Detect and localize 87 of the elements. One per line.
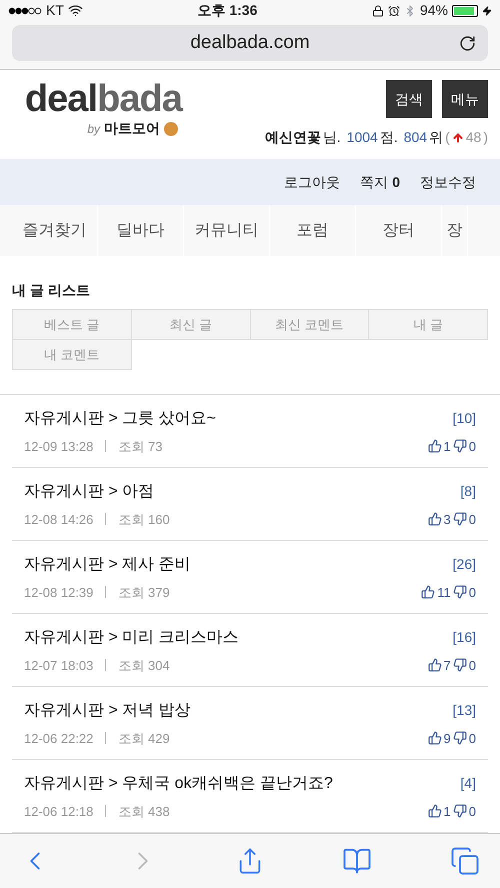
thumbs-down-icon xyxy=(452,439,467,454)
downvote-count: 0 xyxy=(468,802,476,821)
downvote-count: 0 xyxy=(468,438,476,456)
comment-count: [8] xyxy=(460,482,476,502)
points-unit: 점. xyxy=(380,128,398,148)
thumbs-down-icon xyxy=(452,585,467,600)
upvote-count: 7 xyxy=(444,656,451,675)
post-date: 12-09 13:28 xyxy=(24,438,94,456)
close-paren: ) xyxy=(483,128,488,148)
user-nav-link[interactable]: 로그아웃 xyxy=(284,172,340,193)
thumbs-up-icon xyxy=(428,804,442,818)
category-tab[interactable]: 딜바다 xyxy=(98,205,184,256)
downvote-count: 0 xyxy=(468,730,476,748)
post-title-link[interactable]: 자유게시판 > 미리 크리스마스 xyxy=(24,626,239,650)
battery-text: 94% xyxy=(420,1,448,20)
wifi-icon xyxy=(68,3,83,18)
thumbs-up-icon xyxy=(428,658,442,672)
rank-value: 804 xyxy=(404,128,428,148)
downvote-count: 0 xyxy=(468,584,476,602)
post-title-link[interactable]: 자유게시판 > 우체국 ok캐쉬백은 끝난거죠? xyxy=(24,772,333,796)
comment-count: [16] xyxy=(452,628,476,648)
post-date: 12-07 18:03 xyxy=(24,656,94,675)
address-bar[interactable]: dealbada.com xyxy=(12,25,488,62)
comment-count: [10] xyxy=(452,409,476,428)
upvote-count: 9 xyxy=(444,730,451,748)
view-count: 조회 73 xyxy=(118,438,162,456)
tabs-icon[interactable] xyxy=(450,846,480,876)
user-nav-link[interactable]: 쪽지 0 xyxy=(360,172,400,193)
category-tab[interactable]: 장터 xyxy=(356,205,442,256)
signal-icon xyxy=(8,6,42,15)
category-tab[interactable]: 포럼 xyxy=(270,205,356,256)
section-title: 내 글 리스트 xyxy=(12,281,91,300)
thumbs-down-icon xyxy=(452,804,467,818)
upvote-count: 1 xyxy=(444,438,451,456)
user-suffix: 님. xyxy=(322,128,341,148)
menu-button[interactable]: 메뉴 xyxy=(442,80,488,118)
clock-text: 오후 1:36 xyxy=(197,1,258,20)
user-name: 예신연꽃 xyxy=(264,128,321,148)
view-count: 조회 379 xyxy=(118,584,170,602)
reload-icon[interactable] xyxy=(459,34,476,52)
upvote-count: 3 xyxy=(444,510,451,529)
post-date: 12-06 12:18 xyxy=(24,802,94,821)
carrier-text: KT xyxy=(46,1,64,20)
view-count: 조회 438 xyxy=(118,802,170,821)
downvote-count: 0 xyxy=(468,510,476,529)
upvote-count: 11 xyxy=(437,584,451,602)
thumbs-down-icon xyxy=(452,731,467,746)
user-nav-link[interactable]: 정보수정 xyxy=(420,172,476,193)
logo-brand-text: 마트모어 xyxy=(104,119,160,138)
brand-badge-icon xyxy=(164,122,178,136)
logo-by-text: by xyxy=(87,120,100,138)
battery-icon xyxy=(452,4,478,17)
downvote-count: 0 xyxy=(468,656,476,675)
rank-unit: 위 xyxy=(429,128,444,148)
alarm-icon xyxy=(388,4,400,17)
logo[interactable]: dealbada xyxy=(24,80,182,118)
comment-count: [4] xyxy=(460,774,476,794)
upvote-count: 1 xyxy=(444,802,451,821)
rank-up-icon xyxy=(452,132,464,144)
thumbs-up-icon xyxy=(428,512,442,526)
comment-count: [26] xyxy=(452,555,476,574)
category-tab[interactable]: 장 xyxy=(442,205,468,256)
view-count: 조회 160 xyxy=(118,510,170,529)
post-date: 12-08 12:39 xyxy=(24,584,94,602)
post-date: 12-06 22:22 xyxy=(24,730,94,748)
category-tab[interactable]: 즐겨찾기 xyxy=(12,205,98,256)
rank-change: 48 xyxy=(466,128,482,148)
thumbs-down-icon xyxy=(452,512,467,526)
lock-icon xyxy=(372,4,384,17)
thumbs-up-icon xyxy=(421,585,436,600)
post-title-link[interactable]: 자유게시판 > 아점 xyxy=(24,480,154,504)
view-count: 조회 429 xyxy=(118,730,170,748)
thumbs-up-icon xyxy=(428,731,442,746)
post-title-link[interactable]: 자유게시판 > 저녁 밥상 xyxy=(24,698,191,723)
url-text: dealbada.com xyxy=(190,31,310,56)
open-paren: ( xyxy=(445,128,450,148)
post-title-link[interactable]: 자유게시판 > 그릇 샀어요~ xyxy=(24,406,216,431)
post-date: 12-08 14:26 xyxy=(24,510,94,529)
comment-count: [13] xyxy=(452,701,476,720)
points-value: 1004 xyxy=(346,128,378,148)
thumbs-up-icon xyxy=(428,439,442,454)
category-tab[interactable]: 커뮤니티 xyxy=(184,205,270,256)
charging-icon xyxy=(482,6,492,16)
thumbs-down-icon xyxy=(452,658,467,672)
search-button[interactable]: 검색 xyxy=(386,80,432,118)
post-title-link[interactable]: 자유게시판 > 제사 준비 xyxy=(24,552,191,577)
view-count: 조회 304 xyxy=(118,656,170,675)
